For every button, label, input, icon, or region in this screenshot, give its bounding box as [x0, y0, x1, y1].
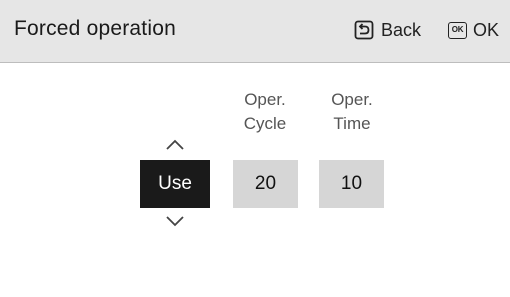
back-button[interactable]: Back	[354, 18, 421, 42]
oper-time-label: Oper. Time	[312, 88, 392, 136]
chevron-up-icon[interactable]	[163, 138, 187, 152]
header-bar: Forced operation Back OK OK	[0, 0, 510, 63]
oper-cycle-value[interactable]: 20	[233, 160, 298, 208]
oper-time-label-line1: Oper.	[331, 90, 373, 109]
ok-label: OK	[473, 19, 500, 40]
oper-cycle-label: Oper. Cycle	[225, 88, 305, 136]
ok-key-icon: OK	[448, 21, 467, 39]
use-selector[interactable]: Use	[140, 160, 210, 208]
page-title: Forced operation	[14, 17, 176, 40]
oper-time-label-line2: Time	[333, 114, 371, 133]
oper-time-value[interactable]: 10	[319, 160, 384, 208]
chevron-down-icon[interactable]	[163, 214, 187, 228]
oper-cycle-label-line1: Oper.	[244, 90, 286, 109]
forced-operation-screen: Forced operation Back OK OK Oper. Cycle …	[0, 0, 510, 297]
ok-button[interactable]: OK OK	[448, 18, 499, 42]
oper-cycle-label-line2: Cycle	[243, 114, 287, 133]
back-label: Back	[381, 19, 422, 40]
back-arrow-icon	[354, 20, 374, 40]
